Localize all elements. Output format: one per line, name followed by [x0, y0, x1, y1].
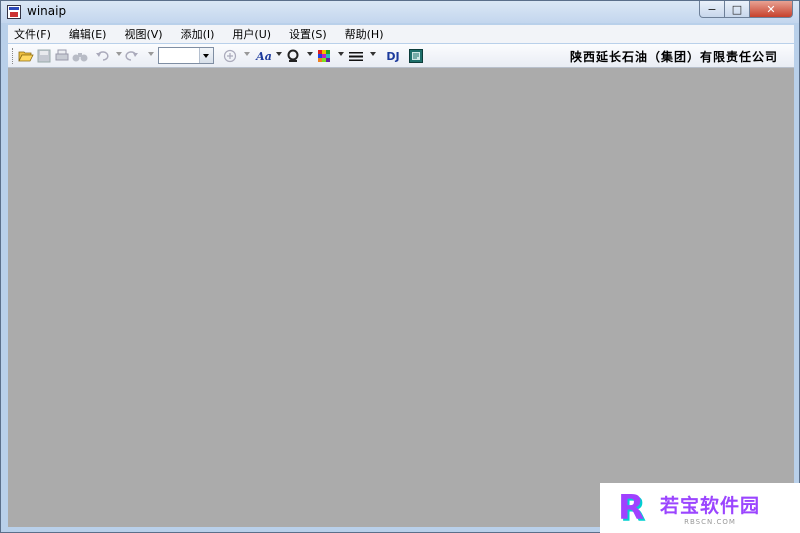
maximize-icon: □ — [731, 2, 743, 16]
menu-file[interactable]: 文件(F) — [8, 26, 57, 42]
minimize-icon: − — [707, 2, 717, 16]
close-icon: ✕ — [766, 2, 776, 16]
font-dropdown-icon[interactable] — [276, 52, 282, 56]
zoom-combo[interactable] — [158, 47, 214, 64]
zoom-dropdown-icon[interactable] — [244, 52, 250, 56]
toolbar: Aa DJ 陕西延长石油（集团）有限责任公司 — [8, 44, 794, 68]
line-style-icon[interactable] — [348, 48, 364, 64]
color-dropdown-icon[interactable] — [338, 52, 344, 56]
symbol-icon[interactable] — [285, 48, 301, 64]
open-folder-icon[interactable] — [18, 48, 34, 64]
undo-dropdown-icon[interactable] — [116, 52, 122, 56]
maximize-button[interactable]: □ — [725, 1, 750, 18]
menu-view[interactable]: 视图(V) — [118, 26, 168, 42]
symbol-dropdown-icon[interactable] — [307, 52, 313, 56]
redo-dropdown-icon[interactable] — [148, 52, 154, 56]
watermark-logo-icon: R — [618, 488, 645, 528]
menu-edit[interactable]: 编辑(E) — [63, 26, 113, 42]
minimize-button[interactable]: − — [699, 1, 725, 18]
line-dropdown-icon[interactable] — [370, 52, 376, 56]
workspace-area[interactable] — [8, 68, 794, 527]
window-controls: − □ ✕ — [699, 1, 793, 19]
title-bar[interactable]: winaip − □ ✕ — [1, 1, 799, 23]
print-icon[interactable] — [54, 48, 70, 64]
company-name: 陕西延长石油（集团）有限责任公司 — [569, 50, 778, 64]
watermark-text: 若宝软件园 RBSCN.COM — [660, 491, 760, 526]
toolbar-grip[interactable] — [12, 48, 16, 64]
color-grid-icon[interactable] — [316, 48, 332, 64]
export-icon[interactable] — [408, 48, 424, 64]
font-icon[interactable]: Aa — [254, 48, 274, 64]
undo-icon[interactable] — [94, 48, 110, 64]
menu-bar: 文件(F) 编辑(E) 视图(V) 添加(I) 用户(U) 设置(S) 帮助(H… — [8, 25, 794, 43]
watermark: R 若宝软件园 RBSCN.COM — [600, 483, 800, 533]
combo-dropdown-icon[interactable] — [199, 48, 213, 63]
watermark-title: 若宝软件园 — [660, 494, 761, 517]
window-title: winaip — [27, 4, 67, 18]
app-window: winaip − □ ✕ 文件(F) 编辑(E) 视图(V) 添加(I) 用户(… — [0, 0, 800, 533]
redo-icon[interactable] — [124, 48, 140, 64]
close-button[interactable]: ✕ — [750, 1, 793, 18]
menu-user[interactable]: 用户(U) — [226, 26, 277, 42]
dj-button[interactable]: DJ — [382, 48, 404, 64]
binoculars-icon[interactable] — [72, 48, 88, 64]
menu-settings[interactable]: 设置(S) — [283, 26, 333, 42]
save-icon[interactable] — [36, 48, 52, 64]
app-icon[interactable] — [7, 5, 21, 19]
menu-add[interactable]: 添加(I) — [175, 26, 221, 42]
watermark-subtitle: RBSCN.COM — [684, 517, 736, 526]
zoom-icon[interactable] — [222, 48, 238, 64]
menu-help[interactable]: 帮助(H) — [339, 26, 390, 42]
